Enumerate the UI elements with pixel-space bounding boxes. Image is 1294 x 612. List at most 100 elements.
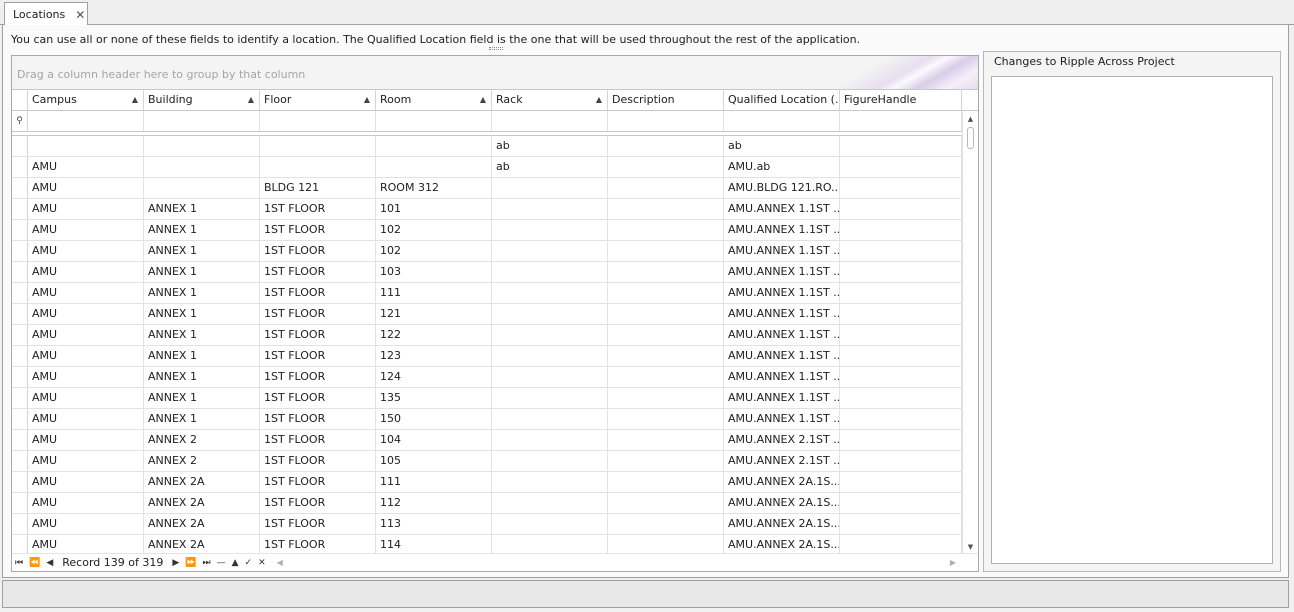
table-cell[interactable]	[840, 493, 962, 513]
scroll-thumb[interactable]	[967, 127, 974, 149]
scroll-down-icon[interactable]: ▼	[963, 543, 978, 551]
table-cell[interactable]	[608, 514, 724, 534]
table-cell[interactable]: AMU	[28, 409, 144, 429]
table-cell[interactable]: 124	[376, 367, 492, 387]
table-cell[interactable]	[492, 199, 608, 219]
table-cell[interactable]: BLDG 121	[260, 178, 376, 198]
table-cell[interactable]	[492, 178, 608, 198]
nav-ok-button[interactable]: ✓	[242, 558, 256, 568]
table-cell[interactable]: AMU.ANNEX 2A.1S...	[724, 472, 840, 492]
nav-next-button[interactable]: ▶	[169, 558, 182, 568]
table-cell[interactable]: ab	[492, 136, 608, 156]
table-cell[interactable]	[608, 136, 724, 156]
table-cell[interactable]: 1ST FLOOR	[260, 241, 376, 261]
table-cell[interactable]: 123	[376, 346, 492, 366]
table-cell[interactable]	[608, 283, 724, 303]
row-indicator[interactable]	[12, 304, 28, 324]
filter-cell[interactable]	[260, 111, 376, 131]
table-cell[interactable]	[376, 136, 492, 156]
table-cell[interactable]	[608, 388, 724, 408]
table-cell[interactable]	[608, 178, 724, 198]
table-row[interactable]: AMU ANNEX 1 1ST FLOOR 121 AMU.ANNEX 1.1ST ..…	[12, 304, 962, 325]
table-cell[interactable]	[840, 535, 962, 555]
table-cell[interactable]	[492, 325, 608, 345]
table-cell[interactable]	[840, 409, 962, 429]
table-cell[interactable]: ab	[492, 157, 608, 177]
table-cell[interactable]: ANNEX 1	[144, 325, 260, 345]
table-cell[interactable]: AMU.ANNEX 2.1ST ...	[724, 451, 840, 471]
table-cell[interactable]	[144, 178, 260, 198]
table-cell[interactable]	[492, 535, 608, 555]
table-cell[interactable]: AMU.ANNEX 2A.1S...	[724, 493, 840, 513]
table-cell[interactable]: ANNEX 1	[144, 241, 260, 261]
table-cell[interactable]: 114	[376, 535, 492, 555]
table-cell[interactable]: AMU	[28, 199, 144, 219]
table-cell[interactable]: ANNEX 1	[144, 346, 260, 366]
nav-up-button[interactable]: ▲	[229, 558, 242, 568]
table-cell[interactable]: 122	[376, 325, 492, 345]
nav-prev-button[interactable]: ◀	[43, 558, 56, 568]
table-cell[interactable]: 1ST FLOOR	[260, 409, 376, 429]
hscroll-right-icon[interactable]: ▶	[950, 558, 956, 567]
table-cell[interactable]	[492, 409, 608, 429]
table-cell[interactable]	[840, 199, 962, 219]
table-cell[interactable]: 1ST FLOOR	[260, 430, 376, 450]
table-cell[interactable]: ANNEX 2	[144, 430, 260, 450]
group-by-panel[interactable]: Drag a column header here to group by th…	[12, 56, 978, 90]
table-row[interactable]: AMU ANNEX 2 1ST FLOOR 105 AMU.ANNEX 2.1ST ..…	[12, 451, 962, 472]
table-cell[interactable]: 102	[376, 241, 492, 261]
table-row[interactable]: AMU ab AMU.ab	[12, 157, 962, 178]
table-cell[interactable]: AMU	[28, 325, 144, 345]
table-cell[interactable]: 1ST FLOOR	[260, 325, 376, 345]
close-icon[interactable]: ✕	[75, 8, 85, 22]
table-cell[interactable]: AMU.ANNEX 1.1ST ...	[724, 262, 840, 282]
table-cell[interactable]	[608, 409, 724, 429]
table-cell[interactable]	[608, 367, 724, 387]
table-cell[interactable]: 112	[376, 493, 492, 513]
table-cell[interactable]	[144, 157, 260, 177]
table-cell[interactable]: 1ST FLOOR	[260, 472, 376, 492]
table-cell[interactable]: ANNEX 1	[144, 388, 260, 408]
table-cell[interactable]: 150	[376, 409, 492, 429]
table-cell[interactable]: 1ST FLOOR	[260, 283, 376, 303]
table-cell[interactable]: 1ST FLOOR	[260, 367, 376, 387]
table-cell[interactable]	[492, 262, 608, 282]
table-cell[interactable]	[260, 157, 376, 177]
row-indicator[interactable]	[12, 157, 28, 177]
row-indicator[interactable]	[12, 514, 28, 534]
row-indicator[interactable]	[12, 451, 28, 471]
table-cell[interactable]: AMU	[28, 241, 144, 261]
table-cell[interactable]	[608, 199, 724, 219]
table-cell[interactable]: 102	[376, 220, 492, 240]
table-cell[interactable]: AMU	[28, 157, 144, 177]
table-cell[interactable]	[840, 136, 962, 156]
table-cell[interactable]: 1ST FLOOR	[260, 304, 376, 324]
row-indicator[interactable]	[12, 178, 28, 198]
table-cell[interactable]: AMU.BLDG 121.RO...	[724, 178, 840, 198]
table-cell[interactable]: 103	[376, 262, 492, 282]
table-cell[interactable]: AMU	[28, 430, 144, 450]
table-cell[interactable]	[608, 451, 724, 471]
table-cell[interactable]: AMU.ANNEX 1.1ST ...	[724, 388, 840, 408]
column-header[interactable]: Building ▲	[144, 90, 260, 110]
table-row[interactable]: AMU ANNEX 1 1ST FLOOR 102 AMU.ANNEX 1.1ST ..…	[12, 241, 962, 262]
table-cell[interactable]: AMU.ANNEX 1.1ST ...	[724, 325, 840, 345]
table-cell[interactable]	[840, 451, 962, 471]
filter-cell[interactable]	[28, 111, 144, 131]
filter-cell[interactable]	[376, 111, 492, 131]
table-row[interactable]: AMU ANNEX 2A 1ST FLOOR 113 AMU.ANNEX 2A.1S..…	[12, 514, 962, 535]
table-cell[interactable]: AMU.ANNEX 1.1ST ...	[724, 304, 840, 324]
table-cell[interactable]	[840, 325, 962, 345]
row-indicator[interactable]	[12, 367, 28, 387]
changes-list[interactable]	[991, 76, 1273, 564]
table-cell[interactable]	[608, 220, 724, 240]
table-row[interactable]: AMU ANNEX 1 1ST FLOOR 150 AMU.ANNEX 1.1ST ..…	[12, 409, 962, 430]
table-cell[interactable]: AMU.ANNEX 1.1ST ...	[724, 367, 840, 387]
table-cell[interactable]: ROOM 312	[376, 178, 492, 198]
nav-next-page-button[interactable]: ⏩	[182, 558, 199, 568]
table-cell[interactable]: 1ST FLOOR	[260, 535, 376, 555]
table-cell[interactable]	[608, 157, 724, 177]
table-cell[interactable]	[840, 514, 962, 534]
table-cell[interactable]: AMU.ANNEX 1.1ST ...	[724, 220, 840, 240]
table-cell[interactable]	[840, 304, 962, 324]
